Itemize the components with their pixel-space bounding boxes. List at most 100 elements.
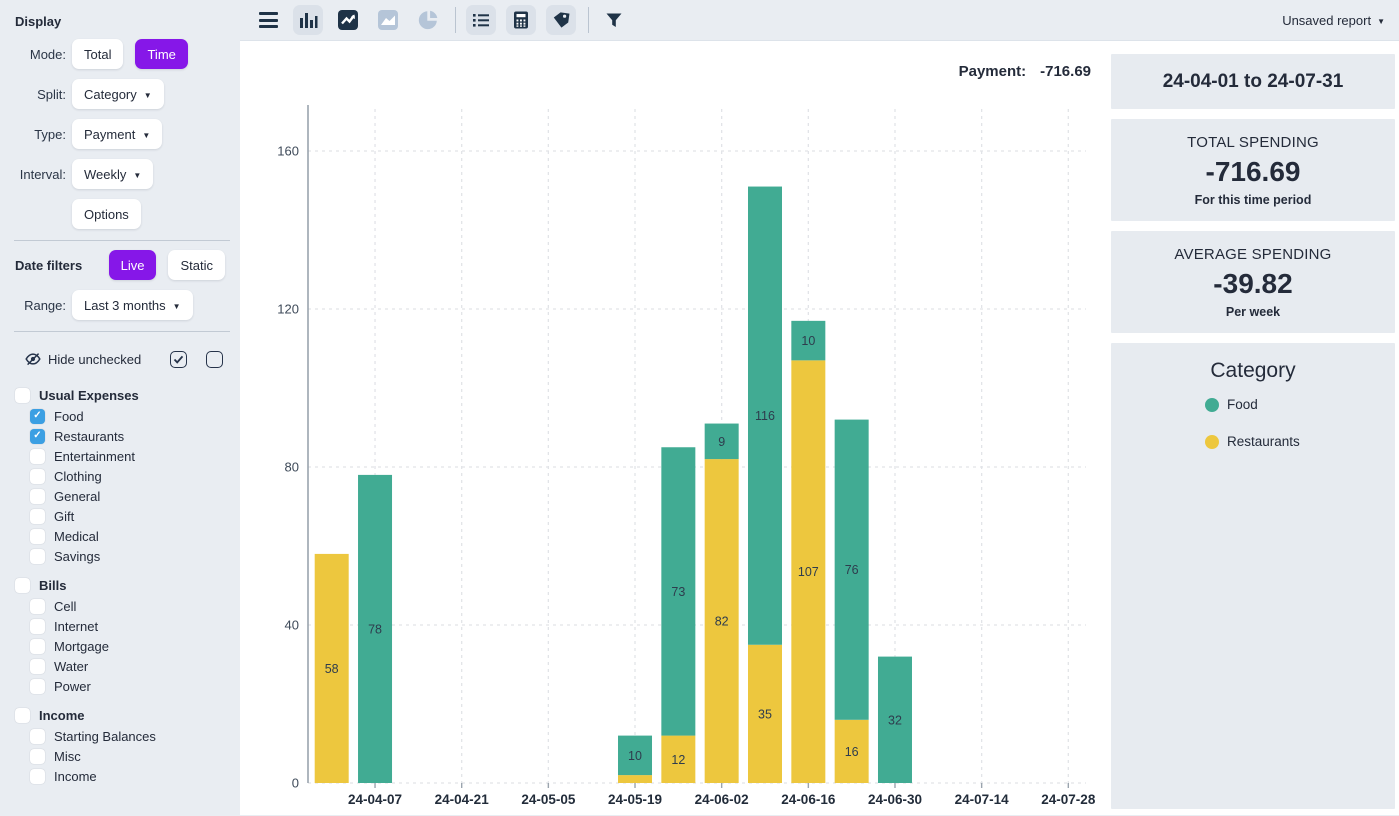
category-item-clothing: Clothing xyxy=(0,466,240,486)
x-axis-label: 24-07-14 xyxy=(955,792,1010,807)
type-value: Payment xyxy=(84,127,135,142)
legend-items: FoodRestaurants xyxy=(1205,397,1395,449)
tag-icon xyxy=(550,9,572,31)
date-filters-title: Date filters xyxy=(15,258,82,273)
eye-slash-icon xyxy=(25,351,41,367)
summary-panel: 24-04-01 to 24-07-31 TOTAL SPENDING -716… xyxy=(1111,54,1395,809)
select-all-button[interactable] xyxy=(170,351,187,368)
mode-row: Mode: Total Time xyxy=(0,39,240,69)
bar-value-label: 16 xyxy=(845,745,859,759)
calculator-icon xyxy=(510,9,532,31)
bar-value-label: 107 xyxy=(798,565,819,579)
category-label: Misc xyxy=(54,749,81,764)
category-item-income: Income xyxy=(0,766,240,786)
interval-row: Interval: Weekly ▼ xyxy=(0,159,240,189)
area-chart-button[interactable] xyxy=(373,5,403,35)
custom-report-page: { "toolbar": { "unsaved_report": "Unsave… xyxy=(0,0,1399,815)
category-checkbox-water[interactable] xyxy=(30,659,45,674)
show-summary-button[interactable] xyxy=(506,5,536,35)
category-item-power: Power xyxy=(0,676,240,696)
category-checkbox-power[interactable] xyxy=(30,679,45,694)
category-checkbox-general[interactable] xyxy=(30,489,45,504)
report-main-area: Payment: -716.69 0408012016024-04-0724-0… xyxy=(240,40,1399,815)
total-spending-title: TOTAL SPENDING xyxy=(1187,134,1319,151)
bar-value-label: 32 xyxy=(888,713,902,727)
category-label: Medical xyxy=(54,529,99,544)
sidebar-divider xyxy=(14,240,230,241)
date-range-card: 24-04-01 to 24-07-31 xyxy=(1111,54,1395,109)
average-spending-card: AVERAGE SPENDING -39.82 Per week xyxy=(1111,231,1395,333)
split-select[interactable]: Category ▼ xyxy=(72,79,164,109)
unsaved-report-menu[interactable]: Unsaved report ▼ xyxy=(1282,13,1385,28)
category-checkbox-restaurants[interactable] xyxy=(30,429,45,444)
date-static-button[interactable]: Static xyxy=(168,250,225,280)
y-axis-label: 160 xyxy=(277,144,299,159)
menu-button[interactable] xyxy=(253,5,283,35)
category-checkbox-medical[interactable] xyxy=(30,529,45,544)
range-label: Range: xyxy=(0,298,66,313)
range-select[interactable]: Last 3 months ▼ xyxy=(72,290,193,320)
category-item-savings: Savings xyxy=(0,546,240,566)
group-label: Usual Expenses xyxy=(39,388,139,403)
bar-segment-restaurants[interactable] xyxy=(618,775,652,783)
donut-chart-icon xyxy=(417,9,439,31)
category-item-cell: Cell xyxy=(0,596,240,616)
category-checkbox-internet[interactable] xyxy=(30,619,45,634)
date-range-text: 24-04-01 to 24-07-31 xyxy=(1163,71,1344,93)
donut-chart-button[interactable] xyxy=(413,5,443,35)
mode-total-button[interactable]: Total xyxy=(72,39,123,69)
category-checkbox-starting-balances[interactable] xyxy=(30,729,45,744)
category-label: Water xyxy=(54,659,88,674)
line-chart-button[interactable] xyxy=(333,5,363,35)
legend-title: Category xyxy=(1111,359,1395,383)
category-checkbox-cell[interactable] xyxy=(30,599,45,614)
group-checkbox-income[interactable] xyxy=(15,708,30,723)
add-filter-button[interactable] xyxy=(599,5,629,35)
legend-card: Category FoodRestaurants xyxy=(1111,343,1395,809)
toolbar-divider xyxy=(455,7,456,33)
bar-value-label: 12 xyxy=(671,753,685,767)
category-item-gift: Gift xyxy=(0,506,240,526)
average-spending-title: AVERAGE SPENDING xyxy=(1174,246,1331,263)
range-row: Range: Last 3 months ▼ xyxy=(0,290,240,320)
show-legend-button[interactable] xyxy=(466,5,496,35)
category-checkbox-misc[interactable] xyxy=(30,749,45,764)
date-live-button[interactable]: Live xyxy=(109,250,157,280)
toolbar-divider xyxy=(588,7,589,33)
category-label: Savings xyxy=(54,549,100,564)
range-value: Last 3 months xyxy=(84,298,166,313)
options-button[interactable]: Options xyxy=(72,199,141,229)
category-label: General xyxy=(54,489,100,504)
group-checkbox-bills[interactable] xyxy=(15,578,30,593)
category-checkbox-income[interactable] xyxy=(30,769,45,784)
category-checkbox-gift[interactable] xyxy=(30,509,45,524)
hide-unchecked-row: Hide unchecked xyxy=(25,347,223,371)
bar-value-label: 9 xyxy=(718,435,725,449)
show-labels-button[interactable] xyxy=(546,5,576,35)
spending-bar-chart[interactable]: 0408012016024-04-0724-04-2124-05-0524-05… xyxy=(240,41,1110,816)
x-axis-label: 24-05-05 xyxy=(521,792,576,807)
split-row: Split: Category ▼ xyxy=(0,79,240,109)
hide-unchecked-label: Hide unchecked xyxy=(48,352,141,367)
category-label: Income xyxy=(54,769,97,784)
legend-color-dot xyxy=(1205,398,1219,412)
mode-time-button[interactable]: Time xyxy=(135,39,187,69)
list-icon xyxy=(470,9,492,31)
category-checkbox-entertainment[interactable] xyxy=(30,449,45,464)
x-axis-label: 24-04-07 xyxy=(348,792,402,807)
category-checkbox-savings[interactable] xyxy=(30,549,45,564)
deselect-all-button[interactable] xyxy=(206,351,223,368)
category-item-food: Food xyxy=(0,406,240,426)
type-label: Type: xyxy=(0,127,66,142)
chevron-down-icon: ▼ xyxy=(144,91,152,100)
bar-value-label: 73 xyxy=(671,585,685,599)
category-label: Gift xyxy=(54,509,74,524)
interval-select[interactable]: Weekly ▼ xyxy=(72,159,153,189)
group-checkbox-usual-expenses[interactable] xyxy=(15,388,30,403)
category-checkbox-mortgage[interactable] xyxy=(30,639,45,654)
bar-chart-button[interactable] xyxy=(293,5,323,35)
category-checkbox-food[interactable] xyxy=(30,409,45,424)
type-select[interactable]: Payment ▼ xyxy=(72,119,162,149)
category-checkbox-clothing[interactable] xyxy=(30,469,45,484)
line-chart-icon xyxy=(337,9,359,31)
